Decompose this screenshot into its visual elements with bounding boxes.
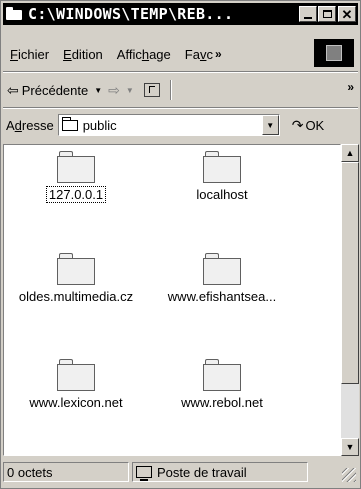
back-button[interactable]: ⇦ Précédente — [3, 82, 88, 99]
back-dropdown-button[interactable]: ▼ — [94, 86, 102, 95]
windows-logo-icon — [314, 39, 354, 67]
menu-overflow-chevron[interactable]: » — [213, 47, 222, 61]
address-label: Adresse — [6, 117, 54, 133]
forward-button[interactable]: ⇨ — [108, 82, 120, 99]
go-arrow-icon: ↷ — [291, 116, 304, 133]
folder-icon — [57, 253, 95, 285]
address-dropdown-button[interactable]: ▼ — [261, 115, 279, 135]
folder-item[interactable]: www.rebol.net — [152, 359, 292, 410]
title-bar[interactable]: C:\WINDOWS\TEMP\REB... ✕ — [3, 3, 358, 25]
forward-dropdown-button[interactable]: ▼ — [126, 86, 134, 95]
divider — [3, 71, 358, 73]
address-bar: Adresse public ▼ ↷ OK — [3, 111, 358, 139]
folder-item[interactable]: www.efishantsea... — [152, 253, 292, 304]
status-bar: 0 octets Poste de travail — [3, 460, 358, 484]
menu-affichage[interactable]: Affichage — [110, 47, 178, 62]
up-folder-button[interactable] — [143, 83, 160, 97]
resize-grip[interactable] — [342, 468, 356, 482]
folder-icon — [57, 359, 95, 391]
menu-edition[interactable]: Edition — [56, 47, 110, 62]
folder-icon — [203, 151, 241, 183]
scroll-down-button[interactable]: ▼ — [341, 438, 359, 456]
scroll-thumb[interactable] — [341, 162, 359, 384]
folder-label: oldes.multimedia.cz — [18, 289, 134, 304]
folder-label: www.rebol.net — [181, 395, 263, 410]
address-value: public — [82, 117, 117, 133]
folder-item[interactable]: localhost — [152, 151, 292, 202]
menu-favoris[interactable]: Favc — [178, 47, 213, 62]
go-label: OK — [305, 117, 325, 133]
toolbar-overflow-chevron[interactable]: » — [347, 80, 354, 94]
folder-icon — [203, 359, 241, 391]
file-list[interactable]: 127.0.0.1 localhost oldes.multimedia.cz … — [3, 144, 341, 456]
folder-item[interactable]: www.lexicon.net — [6, 359, 146, 410]
folder-label: 127.0.0.1 — [45, 186, 107, 203]
status-size: 0 octets — [3, 462, 129, 482]
folder-label: www.efishantsea... — [167, 289, 277, 304]
close-button[interactable]: ✕ — [338, 6, 356, 22]
toolbar-separator — [169, 80, 172, 100]
explorer-window: C:\WINDOWS\TEMP\REB... ✕ Fichier Edition… — [0, 0, 361, 489]
folder-label: www.lexicon.net — [29, 395, 123, 410]
folder-item[interactable]: oldes.multimedia.cz — [6, 253, 146, 304]
folder-label: localhost — [196, 187, 248, 202]
scroll-up-button[interactable]: ▲ — [341, 144, 359, 162]
folder-item[interactable]: 127.0.0.1 — [6, 151, 146, 203]
folder-icon — [61, 116, 78, 131]
address-input[interactable]: public ▼ — [57, 114, 280, 136]
toolbar: ⇦ Précédente ▼ ⇨ ▼ » — [3, 76, 358, 104]
folder-icon — [203, 253, 241, 285]
menu-fichier[interactable]: Fichier — [3, 47, 56, 62]
minimize-button[interactable] — [299, 6, 317, 22]
vertical-scrollbar[interactable]: ▲ ▼ — [341, 144, 359, 456]
back-arrow-icon: ⇦ — [7, 81, 19, 98]
computer-icon — [136, 466, 152, 481]
menu-bar: Fichier Edition Affichage Favc » — [3, 39, 358, 67]
status-zone: Poste de travail — [157, 464, 247, 480]
maximize-button[interactable] — [318, 6, 336, 22]
go-button[interactable]: ↷ OK — [292, 117, 325, 134]
window-title: C:\WINDOWS\TEMP\REB... — [28, 5, 234, 23]
status-zone-pane: Poste de travail — [132, 462, 308, 482]
folder-icon — [57, 151, 95, 183]
divider — [3, 107, 358, 109]
back-label: Précédente — [21, 82, 89, 98]
folder-icon — [6, 7, 24, 21]
